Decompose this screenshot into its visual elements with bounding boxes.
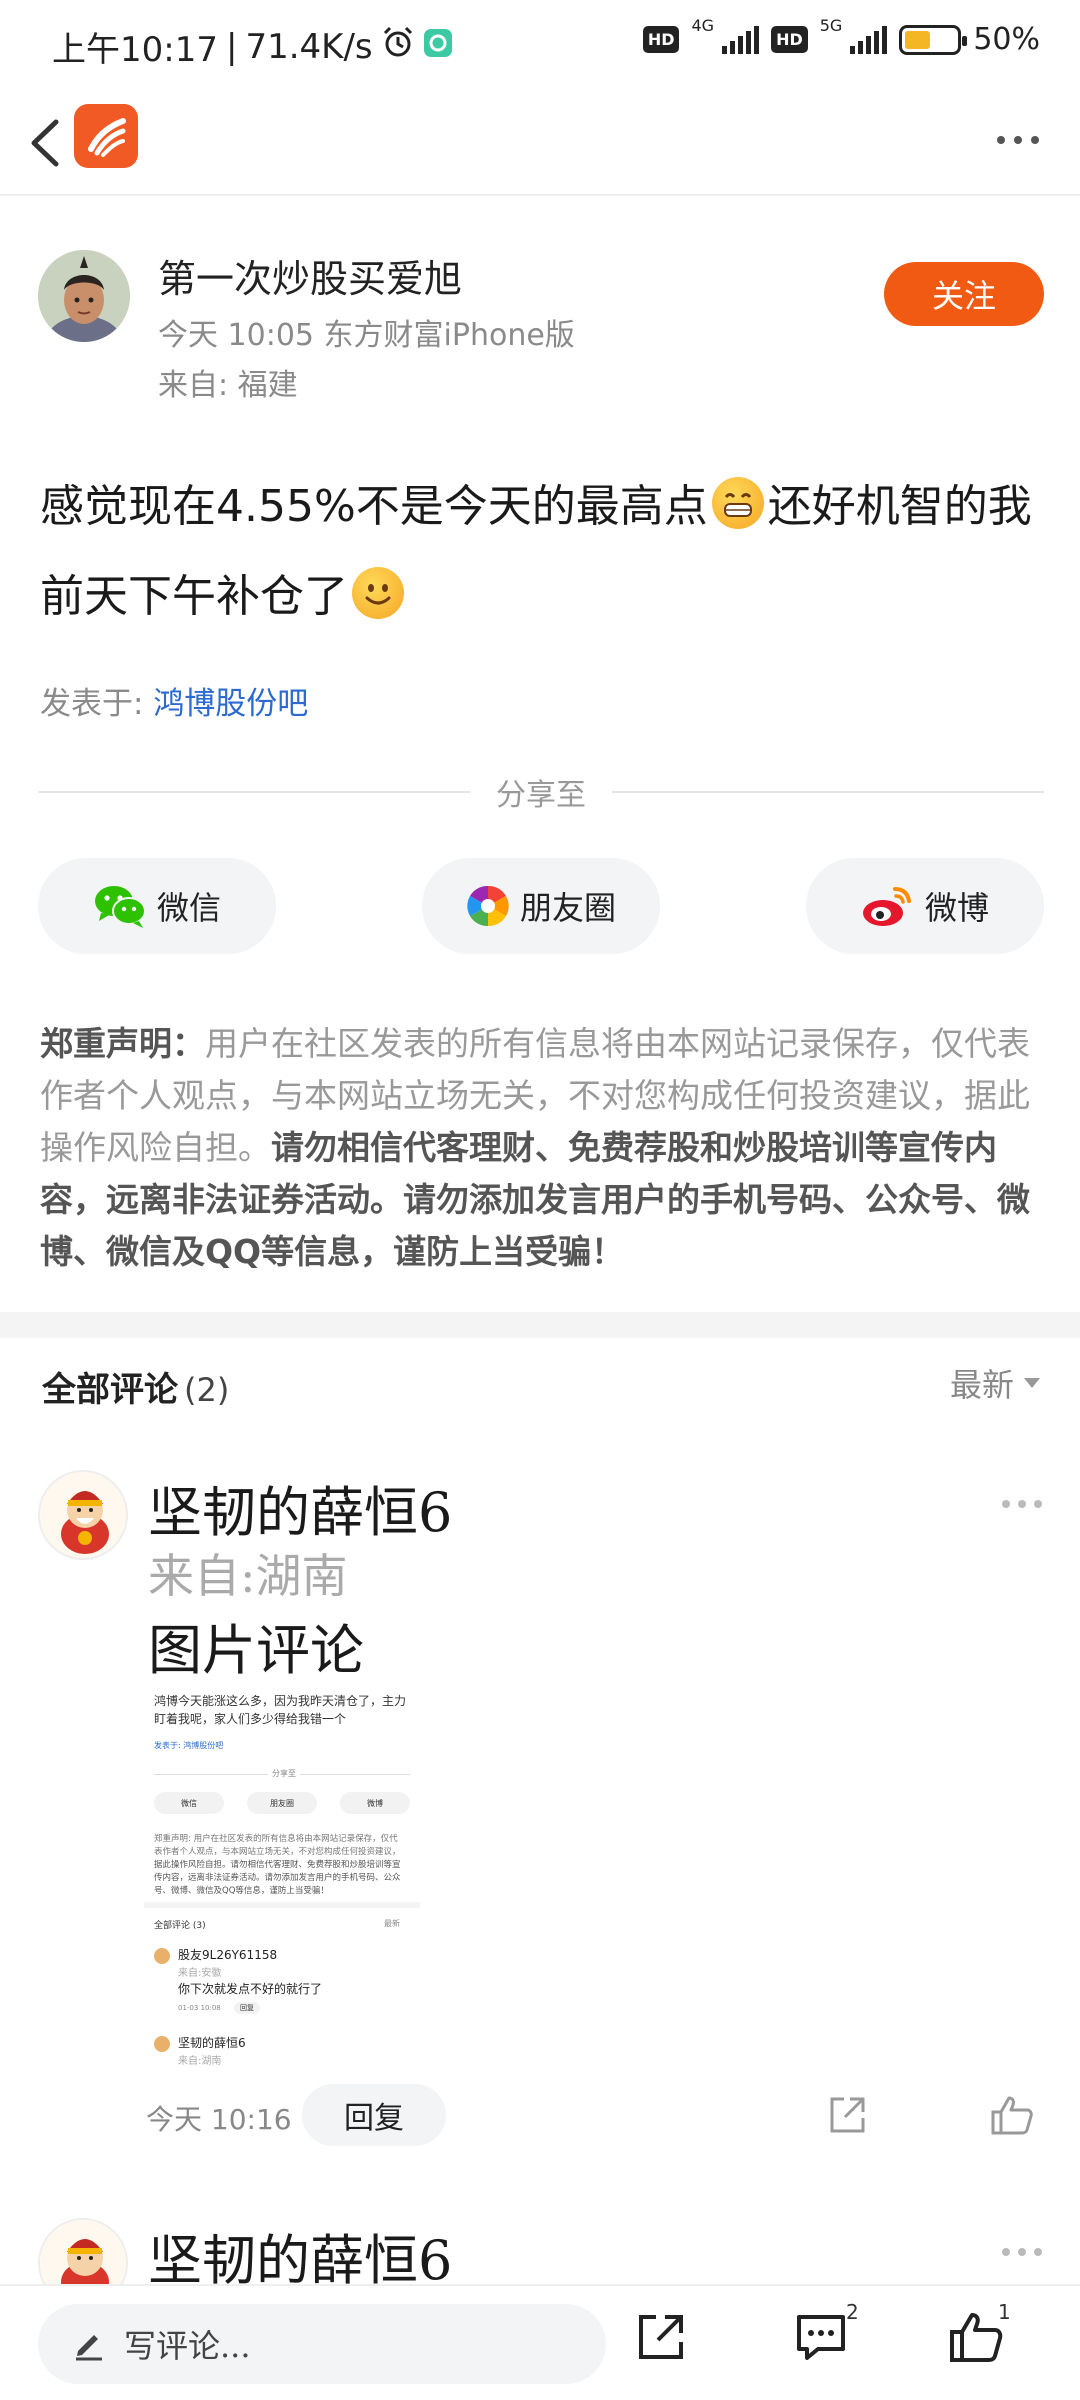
write-comment-input[interactable]: 写评论... <box>38 2304 606 2384</box>
wechat-icon <box>94 886 146 928</box>
post-content: 感觉现在4.55%不是今天的最高点 还好机智的我前天下午补仓了 <box>40 462 1050 642</box>
like-button[interactable] <box>948 2310 1004 2368</box>
share-wechat-button[interactable]: 微信 <box>38 858 276 954</box>
reply-button[interactable]: 回复 <box>302 2084 446 2146</box>
network-type-1: 4G <box>691 16 715 35</box>
comment-count-badge: 2 <box>846 2300 859 2324</box>
disclaimer-title: 郑重声明： <box>40 1024 205 1063</box>
comment-more-button[interactable] <box>1002 1500 1042 1508</box>
commenter-name[interactable]: 坚韧的薛恒6 <box>148 1468 452 1547</box>
network-type-2: 5G <box>819 16 843 35</box>
disclaimer: 郑重声明：用户在社区发表的所有信息将由本网站记录保存，仅代表作者个人观点，与本网… <box>40 1018 1046 1278</box>
more-button[interactable] <box>986 120 1050 160</box>
section-gap <box>0 1312 1080 1338</box>
more-horizontal-icon <box>997 136 1005 144</box>
pencil-icon <box>76 2335 102 2361</box>
author-avatar[interactable] <box>38 250 130 342</box>
eastmoney-logo[interactable] <box>74 104 138 168</box>
status-time: 上午10:17 <box>52 30 218 70</box>
signal-icon <box>722 25 760 54</box>
follow-button[interactable]: 关注 <box>884 262 1044 326</box>
app-notification-icon <box>423 27 453 67</box>
back-button[interactable] <box>20 108 72 178</box>
thumbs-up-icon <box>950 2313 1003 2362</box>
bottom-bar: 写评论... 2 1 <box>0 2284 1080 2400</box>
status-right: HD 4G HD 5G 50% <box>642 16 1040 57</box>
post-meta: 今天 10:05 东方财富iPhone版 <box>158 318 575 353</box>
share-weibo-label: 微博 <box>924 889 989 927</box>
comment-icon <box>797 2315 845 2360</box>
share-moments-label: 朋友圈 <box>519 889 616 927</box>
comment-button[interactable] <box>794 2310 848 2368</box>
battery-percent: 50% <box>973 22 1040 57</box>
grin-emoji-icon <box>711 477 764 529</box>
share-divider: 分享至 <box>38 770 1044 814</box>
smile-emoji-icon <box>352 567 404 619</box>
like-count-badge: 1 <box>998 2300 1011 2324</box>
share-wechat-label: 微信 <box>156 889 221 927</box>
share-icon <box>639 2315 683 2359</box>
chevron-left-icon <box>31 119 59 167</box>
share-button[interactable] <box>634 2310 688 2368</box>
more-horizontal-icon <box>1002 2248 1010 2256</box>
commenter-avatar[interactable] <box>38 1470 128 1560</box>
battery-icon <box>899 24 968 55</box>
signal-icon-2 <box>850 25 888 54</box>
sort-dropdown[interactable]: 最新 <box>950 1360 1040 1406</box>
comments-count: (2) <box>184 1371 230 1409</box>
post-text-part1: 感觉现在4.55%不是今天的最高点 <box>40 481 708 532</box>
status-bar: 上午10:17 | 71.4K/s HD 4G HD 5G 50% <box>0 0 1080 90</box>
nav-bar <box>0 90 1080 196</box>
triangle-down-icon <box>1024 1378 1040 1388</box>
share-label: 分享至 <box>496 778 586 813</box>
comment-share-button[interactable] <box>826 2094 868 2140</box>
write-comment-placeholder: 写评论... <box>124 2327 251 2365</box>
comment-text: 图片评论 <box>148 1619 364 1682</box>
sort-label: 最新 <box>949 1366 1014 1404</box>
posted-in: 发表于: 鸿博股份吧 <box>40 678 308 723</box>
moments-icon <box>467 885 509 927</box>
comments-title: 全部评论 (2) <box>42 1370 230 1410</box>
thumbs-up-icon <box>991 2096 1033 2135</box>
comment-image[interactable]: 鸿博今天能涨这么多，因为我昨天清仓了，主力 盯着我呢，家人们多少得给我错一个 发… <box>144 1686 420 2072</box>
hd-badge-2: HD <box>771 26 808 53</box>
weibo-icon <box>862 887 911 926</box>
network-speed: 71.4K/s <box>245 26 373 67</box>
more-horizontal-icon <box>1002 1500 1010 1508</box>
comment-more-button-2[interactable] <box>1002 2248 1042 2256</box>
comment-time: 今天 10:16 <box>146 2103 292 2136</box>
author-name[interactable]: 第一次炒股买爱旭 <box>158 248 462 303</box>
share-row: 微信 朋友圈 微博 <box>38 858 1044 954</box>
share-icon <box>830 2097 865 2133</box>
share-weibo-button[interactable]: 微博 <box>806 858 1044 954</box>
bar-link[interactable]: 鸿博股份吧 <box>153 686 308 722</box>
hd-badge: HD <box>642 26 680 53</box>
share-moments-button[interactable]: 朋友圈 <box>422 858 660 954</box>
alarm-icon <box>381 25 415 68</box>
commenter-location: 来自:湖南 <box>148 1549 348 1603</box>
comment-like-button[interactable] <box>990 2094 1034 2140</box>
post-location: 来自: 福建 <box>158 368 298 403</box>
status-left: 上午10:17 | 71.4K/s <box>52 22 453 71</box>
posted-in-label: 发表于: <box>40 686 154 722</box>
